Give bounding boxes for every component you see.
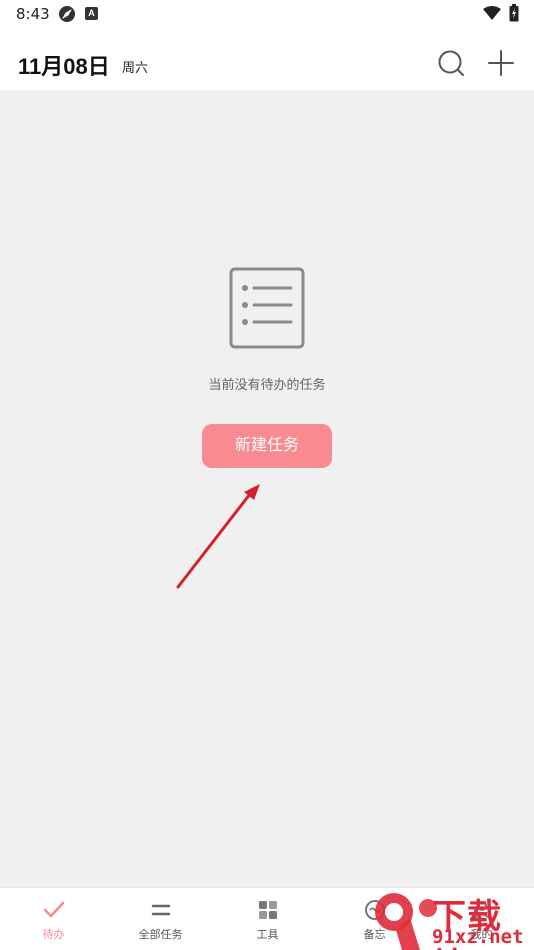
main-content: 当前没有待办的任务 新建任务 xyxy=(0,90,534,887)
nav-label-tools: 工具 xyxy=(256,928,279,941)
nav-item-todo[interactable]: 待办 xyxy=(0,888,107,950)
equals-icon xyxy=(151,904,170,916)
battery-charging-icon xyxy=(509,4,519,22)
status-bar: 8:43 A xyxy=(0,0,534,30)
watermark-bottom-text: 91xz.net xyxy=(432,926,524,948)
add-icon[interactable] xyxy=(486,48,516,78)
weekday-label: 周六 xyxy=(122,61,149,76)
nav-label-todo: 待办 xyxy=(42,928,65,941)
check-icon xyxy=(43,901,64,918)
compass-icon xyxy=(59,6,75,22)
empty-state-message: 当前没有待办的任务 xyxy=(208,378,326,393)
arrow-annotation-icon xyxy=(176,484,260,589)
list-icon xyxy=(229,267,305,349)
grid-icon xyxy=(258,901,277,919)
nav-item-tools[interactable]: 工具 xyxy=(214,888,321,950)
nav-label-all-tasks: 全部任务 xyxy=(138,928,183,941)
nav-item-all-tasks[interactable]: 全部任务 xyxy=(107,888,214,950)
app-header: 11月08日 周六 xyxy=(0,30,534,90)
page-title-date: 11月08日 xyxy=(18,54,110,79)
status-time: 8:43 xyxy=(16,5,50,23)
a-badge-icon: A xyxy=(85,7,98,20)
search-icon[interactable] xyxy=(436,48,466,78)
wifi-icon xyxy=(483,6,501,20)
new-task-button[interactable]: 新建任务 xyxy=(202,424,332,468)
